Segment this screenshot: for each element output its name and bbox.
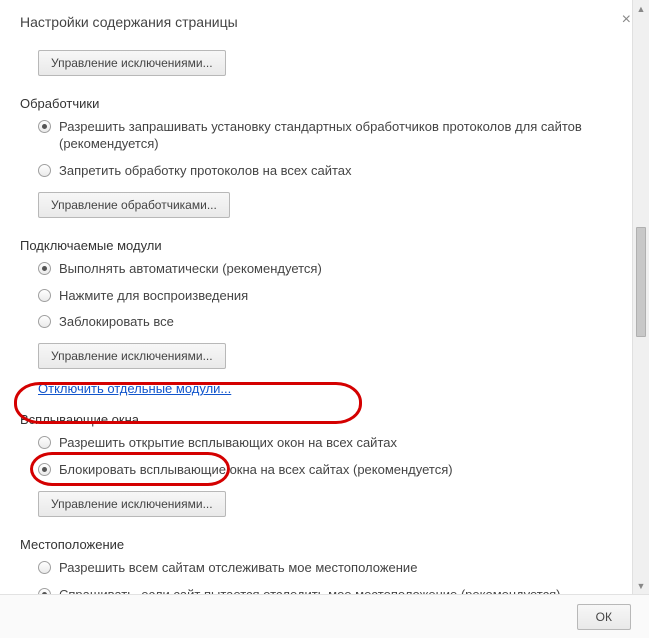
location-heading: Местоположение: [20, 537, 629, 552]
radio-icon: [38, 164, 51, 177]
plugins-option-auto[interactable]: Выполнять автоматически (рекомендуется): [38, 261, 629, 278]
manage-exceptions-top-button[interactable]: Управление исключениями...: [38, 50, 226, 76]
radio-icon: [38, 561, 51, 574]
plugins-option-clicktoplay[interactable]: Нажмите для воспроизведения: [38, 288, 629, 305]
radio-label: Разрешить всем сайтам отслеживать мое ме…: [59, 560, 417, 577]
close-icon[interactable]: ×: [622, 12, 631, 28]
handlers-option-allow[interactable]: Разрешить запрашивать установку стандарт…: [38, 119, 629, 153]
radio-icon: [38, 289, 51, 302]
manage-popup-exceptions-button[interactable]: Управление исключениями...: [38, 491, 226, 517]
radio-label: Выполнять автоматически (рекомендуется): [59, 261, 322, 278]
handlers-heading: Обработчики: [20, 96, 629, 111]
radio-label: Заблокировать все: [59, 314, 174, 331]
radio-label: Разрешить открытие всплывающих окон на в…: [59, 435, 397, 452]
radio-icon: [38, 120, 51, 133]
ok-button[interactable]: ОК: [577, 604, 631, 630]
plugins-option-block[interactable]: Заблокировать все: [38, 314, 629, 331]
dialog-footer: ОК: [0, 594, 649, 638]
dialog-title: Настройки содержания страницы: [20, 14, 629, 30]
popups-option-allow[interactable]: Разрешить открытие всплывающих окон на в…: [38, 435, 629, 452]
scroll-track[interactable]: [633, 17, 649, 577]
popups-option-block[interactable]: Блокировать всплывающие окна на всех сай…: [38, 462, 629, 479]
scroll-down-icon[interactable]: ▼: [633, 577, 649, 594]
radio-label: Нажмите для воспроизведения: [59, 288, 248, 305]
radio-label: Запретить обработку протоколов на всех с…: [59, 163, 352, 180]
radio-label: Разрешить запрашивать установку стандарт…: [59, 119, 629, 153]
radio-icon: [38, 262, 51, 275]
manage-handlers-button[interactable]: Управление обработчиками...: [38, 192, 230, 218]
handlers-option-deny[interactable]: Запретить обработку протоколов на всех с…: [38, 163, 629, 180]
plugins-heading: Подключаемые модули: [20, 238, 629, 253]
radio-icon: [38, 315, 51, 328]
scroll-thumb[interactable]: [636, 227, 646, 337]
disable-modules-link[interactable]: Отключить отдельные модули...: [38, 381, 231, 396]
location-option-allow[interactable]: Разрешить всем сайтам отслеживать мое ме…: [38, 560, 629, 577]
radio-label: Блокировать всплывающие окна на всех сай…: [59, 462, 453, 479]
scrollbar[interactable]: ▲ ▼: [632, 0, 649, 594]
scroll-up-icon[interactable]: ▲: [633, 0, 649, 17]
radio-icon: [38, 436, 51, 449]
popups-heading: Всплывающие окна: [20, 412, 629, 427]
radio-icon: [38, 463, 51, 476]
manage-plugin-exceptions-button[interactable]: Управление исключениями...: [38, 343, 226, 369]
